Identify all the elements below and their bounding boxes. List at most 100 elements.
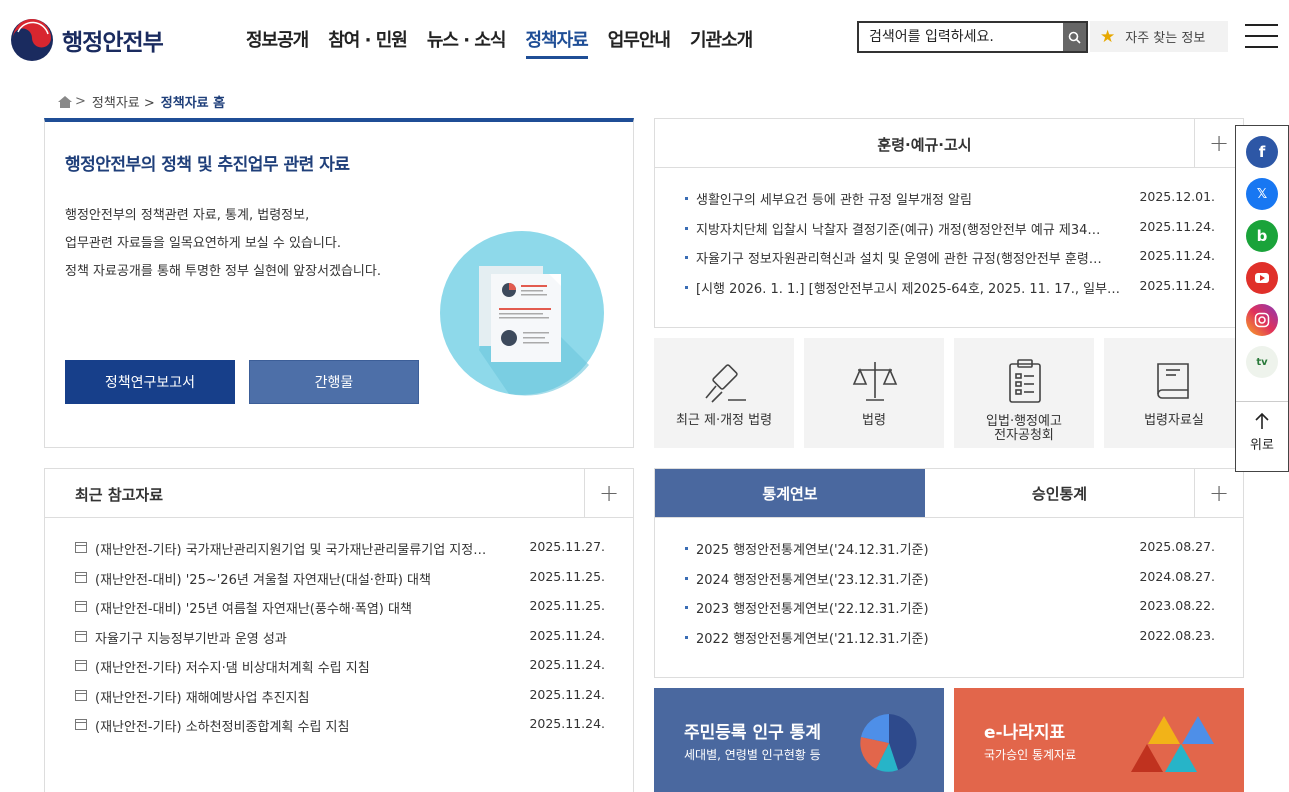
tile-label: 법령자료실 bbox=[1144, 413, 1204, 428]
tile-recent-laws[interactable]: 최근 제·개정 법령 bbox=[654, 338, 794, 448]
tile-laws[interactable]: 법령 bbox=[804, 338, 944, 448]
list-item[interactable]: 2023 행정안전통계연보('22.12.31.기준) 2023.08.22. bbox=[685, 598, 1215, 628]
list-item[interactable]: 지방자치단체 입찰시 낙찰자 결정기준(예규) 개정(행정안전부 예규 제34…… bbox=[685, 219, 1215, 249]
item-title[interactable]: 2022 행정안전통계연보('21.12.31.기준) bbox=[696, 628, 1116, 647]
tile-law-archive[interactable]: 법령자료실 bbox=[1104, 338, 1244, 448]
item-title[interactable]: (재난안전-기타) 소하천정비종합계획 수립 지침 bbox=[95, 716, 515, 735]
item-title[interactable]: [시행 2026. 1. 1.] [행정안전부고시 제2025-64호, 202… bbox=[696, 278, 1126, 297]
search-input[interactable] bbox=[859, 23, 1063, 51]
list-item[interactable]: 자율기구 지능정부기반과 운영 성과 2025.11.24. bbox=[75, 628, 605, 658]
document-icon bbox=[75, 660, 87, 671]
breadcrumb-parent[interactable]: 정책자료 > bbox=[92, 92, 155, 111]
e-nara-banner[interactable]: e-나라지표 국가승인 통계자료 bbox=[954, 688, 1244, 792]
item-title[interactable]: (재난안전-기타) 재해예방사업 추진지침 bbox=[95, 687, 515, 706]
research-reports-button[interactable]: 정책연구보고서 bbox=[65, 360, 235, 404]
item-title[interactable]: (재난안전-대비) '25~'26년 겨울철 자연재난(대설·한파) 대책 bbox=[95, 569, 515, 588]
scroll-top-button[interactable]: 위로 bbox=[1236, 401, 1288, 471]
item-title[interactable]: 지방자치단체 입찰시 낙찰자 결정기준(예규) 개정(행정안전부 예규 제34… bbox=[696, 219, 1126, 238]
menu-button[interactable] bbox=[1245, 24, 1278, 48]
nav-policy-data[interactable]: 정책자료 bbox=[525, 26, 589, 59]
favorites-button[interactable]: ★ 자주 찾는 정보 bbox=[1090, 21, 1228, 52]
item-date: 2025.12.01. bbox=[1139, 189, 1215, 204]
play-icon bbox=[1255, 273, 1269, 283]
item-title[interactable]: (재난안전-대비) '25년 여름철 자연재난(풍수해·폭염) 대책 bbox=[95, 598, 515, 617]
document-icon bbox=[75, 689, 87, 701]
documents-illustration-icon bbox=[440, 231, 604, 396]
directives-header: 훈령·예규·고시 + bbox=[655, 119, 1243, 168]
list-item[interactable]: (재난안전-기타) 재해예방사업 추진지침 2025.11.24. bbox=[75, 687, 605, 717]
list-item[interactable]: 생활인구의 세부요건 등에 관한 규정 일부개정 알림 2025.12.01. bbox=[685, 189, 1215, 219]
item-title[interactable]: 자율기구 정보자원관리혁신과 설치 및 운영에 관한 규정(행정안전부 훈령… bbox=[696, 248, 1126, 267]
item-title[interactable]: (재난안전-기타) 국가재난관리지원기업 및 국가재난관리물류기업 지정… bbox=[95, 539, 515, 558]
item-date: 2025.11.24. bbox=[1139, 248, 1215, 263]
list-item[interactable]: [시행 2026. 1. 1.] [행정안전부고시 제2025-64호, 202… bbox=[685, 278, 1215, 308]
list-item[interactable]: 2025 행정안전통계연보('24.12.31.기준) 2025.08.27. bbox=[685, 539, 1215, 569]
tile-label: 입법·행정예고 전자공청회 bbox=[954, 415, 1094, 443]
search-button[interactable] bbox=[1063, 23, 1086, 51]
list-item[interactable]: (재난안전-기타) 소하천정비종합계획 수립 지침 2025.11.24. bbox=[75, 716, 605, 746]
list-item[interactable]: 2022 행정안전통계연보('21.12.31.기준) 2022.08.23. bbox=[685, 628, 1215, 658]
bullet-icon bbox=[685, 635, 688, 639]
population-stats-banner[interactable]: 주민등록 인구 통계 세대별, 연령별 인구현황 등 bbox=[654, 688, 944, 792]
nav-participation[interactable]: 참여 · 민원 bbox=[328, 26, 408, 59]
nav-work-guide[interactable]: 업무안내 bbox=[608, 26, 671, 59]
nav-news[interactable]: 뉴스 · 소식 bbox=[427, 26, 507, 59]
instagram-icon[interactable] bbox=[1246, 304, 1278, 336]
item-title[interactable]: 2023 행정안전통계연보('22.12.31.기준) bbox=[696, 598, 1116, 617]
references-title: 최근 참고자료 bbox=[75, 486, 164, 504]
banner-subtitle: 세대별, 연령별 인구현황 등 bbox=[684, 748, 821, 762]
favorites-label: 자주 찾는 정보 bbox=[1125, 31, 1206, 46]
directives-title: 훈령·예규·고시 bbox=[877, 136, 972, 154]
hamburger-icon-bar bbox=[1245, 46, 1278, 48]
item-title[interactable]: (재난안전-기타) 저수지·댐 비상대처계획 수립 지침 bbox=[95, 657, 515, 676]
document-icon bbox=[75, 630, 87, 642]
list-item[interactable]: 2024 행정안전통계연보('23.12.31.기준) 2024.08.27. bbox=[685, 569, 1215, 599]
x-icon[interactable]: 𝕏 bbox=[1246, 178, 1278, 210]
blog-icon[interactable]: b bbox=[1246, 220, 1278, 252]
stats-more-button[interactable]: + bbox=[1194, 469, 1243, 517]
tab-approved-statistics[interactable]: 승인통계 bbox=[925, 469, 1194, 517]
gavel-icon bbox=[705, 364, 746, 403]
hamburger-icon-bar bbox=[1245, 24, 1278, 26]
intro-title: 행정안전부의 정책 및 추진업무 관련 자료 bbox=[65, 155, 350, 175]
nav-about[interactable]: 기관소개 bbox=[690, 26, 753, 59]
item-title[interactable]: 자율기구 지능정부기반과 운영 성과 bbox=[95, 628, 515, 647]
list-item[interactable]: (재난안전-대비) '25년 여름철 자연재난(풍수해·폭염) 대책 2025.1… bbox=[75, 598, 605, 628]
banner-subtitle: 국가승인 통계자료 bbox=[984, 748, 1077, 762]
banner-title: 주민등록 인구 통계 bbox=[684, 723, 821, 743]
home-icon[interactable] bbox=[57, 95, 73, 109]
list-item[interactable]: (재난안전-기타) 저수지·댐 비상대처계획 수립 지침 2025.11.24. bbox=[75, 657, 605, 687]
item-date: 2024.08.27. bbox=[1139, 568, 1215, 584]
item-date: 2025.11.27. bbox=[529, 539, 605, 554]
document-icon bbox=[75, 719, 87, 730]
stats-tabs: 통계연보 승인통계 + bbox=[655, 469, 1243, 518]
references-header: 최근 참고자료 + bbox=[45, 469, 633, 518]
list-item[interactable]: (재난안전-대비) '25~'26년 겨울철 자연재난(대설·한파) 대책 202… bbox=[75, 569, 605, 599]
bullet-icon bbox=[685, 285, 688, 289]
stats-panel: 통계연보 승인통계 + 2025 행정안전통계연보('24.12.31.기준) 2… bbox=[654, 468, 1244, 678]
item-title[interactable]: 2025 행정안전통계연보('24.12.31.기준) bbox=[696, 539, 1116, 558]
tile-legislation-notice[interactable]: 입법·행정예고 전자공청회 bbox=[954, 338, 1094, 448]
tab-statistics-yearbook[interactable]: 통계연보 bbox=[655, 469, 925, 517]
references-more-button[interactable]: + bbox=[584, 469, 633, 517]
document-icon bbox=[75, 601, 87, 612]
item-date: 2025.11.24. bbox=[529, 627, 605, 643]
logo-text: 행정안전부 bbox=[62, 30, 164, 56]
taegeuk-logo-icon bbox=[11, 19, 53, 61]
references-list: (재난안전-기타) 국가재난관리지원기업 및 국가재난관리물류기업 지정… 202… bbox=[75, 539, 605, 746]
tv-icon[interactable]: tv bbox=[1246, 346, 1278, 378]
book-icon bbox=[1157, 363, 1189, 399]
site-logo[interactable]: 행정안전부 bbox=[10, 18, 164, 62]
document-icon bbox=[75, 571, 87, 583]
references-panel: 최근 참고자료 + (재난안전-기타) 국가재난관리지원기업 및 국가재난관리물… bbox=[44, 468, 634, 792]
nav-info-disclosure[interactable]: 정보공개 bbox=[246, 26, 309, 59]
list-item[interactable]: (재난안전-기타) 국가재난관리지원기업 및 국가재난관리물류기업 지정… 202… bbox=[75, 539, 605, 569]
tile-label: 법령 bbox=[862, 413, 886, 428]
youtube-icon[interactable] bbox=[1246, 262, 1278, 294]
bullet-icon bbox=[685, 576, 688, 580]
facebook-icon[interactable]: f bbox=[1246, 136, 1278, 168]
item-title[interactable]: 2024 행정안전통계연보('23.12.31.기준) bbox=[696, 569, 1116, 588]
item-title[interactable]: 생활인구의 세부요건 등에 관한 규정 일부개정 알림 bbox=[696, 189, 1116, 208]
publications-button[interactable]: 간행물 bbox=[249, 360, 419, 404]
list-item[interactable]: 자율기구 정보자원관리혁신과 설치 및 운영에 관한 규정(행정안전부 훈령… 2… bbox=[685, 248, 1215, 278]
